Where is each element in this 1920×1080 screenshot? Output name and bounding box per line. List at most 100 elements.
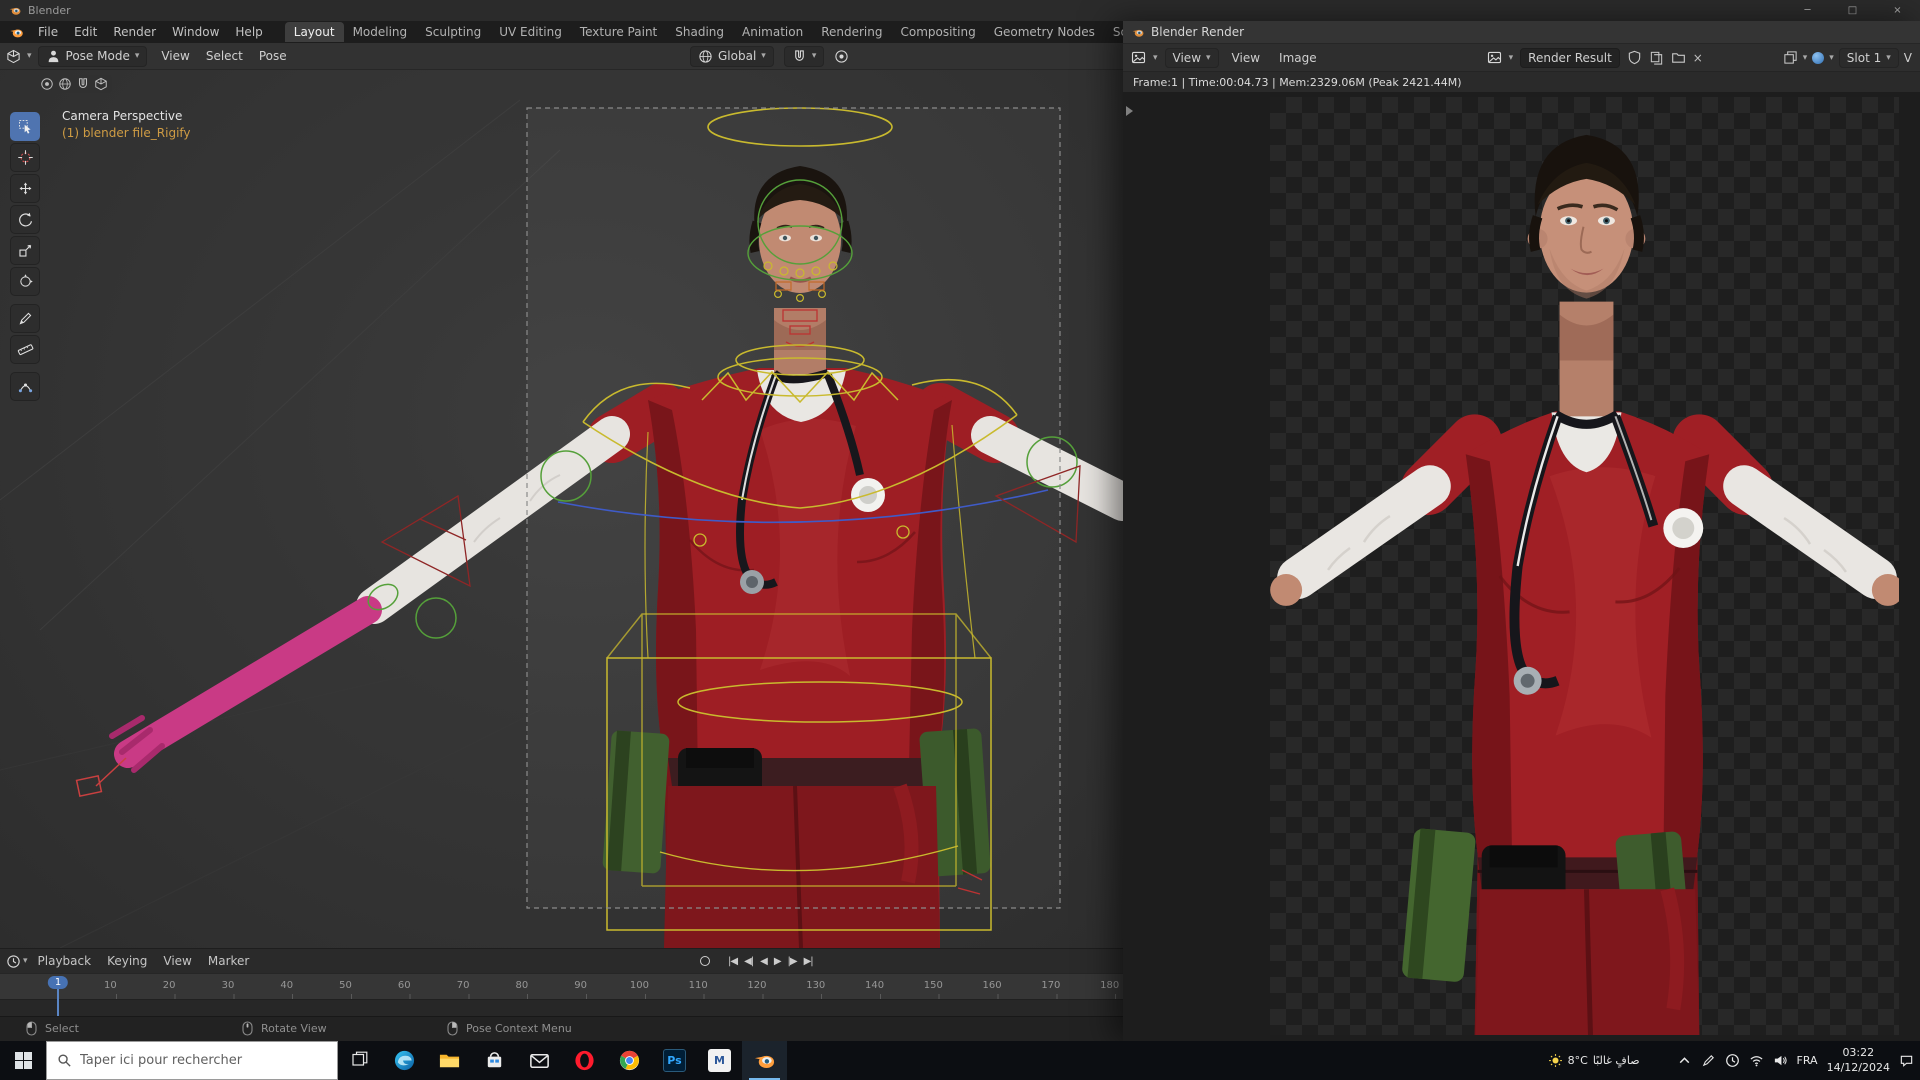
tool-rotate[interactable] bbox=[10, 205, 40, 234]
editor-type-icon[interactable] bbox=[6, 49, 21, 64]
jump-to-start-button[interactable]: |◀ bbox=[728, 956, 738, 967]
taskbar-app-word[interactable]: M bbox=[697, 1041, 742, 1080]
render-canvas[interactable] bbox=[1123, 92, 1920, 1042]
clock-widget[interactable]: 03:22 14/12/2024 bbox=[1827, 1046, 1890, 1075]
menu-file[interactable]: File bbox=[30, 23, 66, 41]
main-titlebar[interactable]: Blender ─ □ × bbox=[0, 0, 1920, 21]
language-indicator[interactable]: FRA bbox=[1797, 1054, 1818, 1067]
workspace-tab-uv-editing[interactable]: UV Editing bbox=[490, 22, 571, 42]
taskbar-app-store[interactable] bbox=[472, 1041, 517, 1080]
image-datablock-icon[interactable] bbox=[1487, 50, 1502, 65]
menu-edit[interactable]: Edit bbox=[66, 23, 105, 41]
play-reverse-button[interactable]: ◀ bbox=[760, 956, 768, 967]
next-keyframe-button[interactable]: |▶ bbox=[788, 956, 798, 967]
menu-render[interactable]: Render bbox=[105, 23, 164, 41]
taskbar-app-chrome[interactable] bbox=[607, 1041, 652, 1080]
menu-window[interactable]: Window bbox=[164, 23, 227, 41]
viewport-menu-view[interactable]: View bbox=[153, 47, 197, 65]
render-passes-icon[interactable] bbox=[1783, 50, 1798, 65]
image-name-field[interactable]: Render Result bbox=[1520, 47, 1620, 68]
mode-dropdown[interactable]: Pose Mode ▾ bbox=[37, 45, 148, 67]
timeline-track[interactable] bbox=[0, 999, 1123, 1016]
workspace-tab-texture-paint[interactable]: Texture Paint bbox=[571, 22, 666, 42]
tool-measure[interactable] bbox=[10, 335, 40, 364]
search-input[interactable] bbox=[80, 1053, 320, 1068]
workspace-tab-modeling[interactable]: Modeling bbox=[344, 22, 417, 42]
pen-icon[interactable] bbox=[1701, 1053, 1716, 1068]
workspace-tab-shading[interactable]: Shading bbox=[666, 22, 733, 42]
view-mode-dropdown[interactable]: View ▾ bbox=[1164, 47, 1219, 68]
network-icon[interactable] bbox=[1749, 1053, 1764, 1068]
clock-icon[interactable] bbox=[1725, 1053, 1740, 1068]
render-window-titlebar[interactable]: Blender Render bbox=[1123, 21, 1920, 44]
xray-toggle-icon[interactable] bbox=[40, 77, 54, 91]
workspace-tab-layout[interactable]: Layout bbox=[284, 22, 344, 42]
open-image-folder-icon[interactable] bbox=[1671, 50, 1686, 65]
action-center-icon[interactable] bbox=[1899, 1053, 1914, 1068]
fake-user-shield-icon[interactable] bbox=[1627, 50, 1642, 65]
proportional-editing-icon[interactable] bbox=[834, 49, 849, 64]
current-frame-badge[interactable]: 1 bbox=[47, 976, 69, 989]
snapping-dropdown[interactable]: ▾ bbox=[783, 45, 825, 67]
timeline-menu-keying[interactable]: Keying bbox=[99, 952, 155, 970]
workspace-tab-geometry-nodes[interactable]: Geometry Nodes bbox=[985, 22, 1104, 42]
tool-move[interactable] bbox=[10, 174, 40, 203]
taskbar-search[interactable] bbox=[46, 1041, 338, 1080]
maximize-button[interactable]: □ bbox=[1830, 0, 1875, 21]
display-channels-icon[interactable] bbox=[1812, 51, 1825, 64]
taskbar-app-opera[interactable] bbox=[562, 1041, 607, 1080]
timeline-menu-view[interactable]: View bbox=[155, 952, 199, 970]
slot-dropdown[interactable]: Slot 1 ▾ bbox=[1838, 47, 1899, 68]
tool-select-box[interactable] bbox=[10, 112, 40, 141]
viewport-scene[interactable] bbox=[0, 70, 1123, 948]
volume-icon[interactable] bbox=[1773, 1053, 1788, 1068]
tool-scale[interactable] bbox=[10, 236, 40, 265]
overlays-toggle-icon[interactable] bbox=[58, 77, 72, 91]
tool-transform[interactable] bbox=[10, 267, 40, 296]
timeline-menu-marker[interactable]: Marker bbox=[200, 952, 257, 970]
tool-annotate[interactable] bbox=[10, 304, 40, 333]
workspace-tab-rendering[interactable]: Rendering bbox=[812, 22, 891, 42]
menu-help[interactable]: Help bbox=[227, 23, 270, 41]
render-menu-image[interactable]: Image bbox=[1273, 49, 1323, 67]
shading-toggle-icon[interactable] bbox=[94, 77, 108, 91]
prev-keyframe-button[interactable]: ◀| bbox=[744, 956, 754, 967]
taskbar-app-edge[interactable] bbox=[382, 1041, 427, 1080]
minimize-button[interactable]: ─ bbox=[1785, 0, 1830, 21]
sidebar-toggle-arrow-icon[interactable] bbox=[1126, 106, 1133, 116]
viewport-3d[interactable]: Camera Perspective (1) blender file_Rigi… bbox=[0, 70, 1123, 948]
task-view-button[interactable] bbox=[338, 1041, 382, 1080]
timeline-editor-icon[interactable] bbox=[6, 954, 21, 969]
play-button[interactable]: ▶ bbox=[774, 956, 782, 967]
workspace-tab-animation[interactable]: Animation bbox=[733, 22, 812, 42]
snapping-caret-icon: ▾ bbox=[811, 51, 817, 61]
workspace-tab-sculpting[interactable]: Sculpting bbox=[416, 22, 490, 42]
tool-cursor[interactable] bbox=[10, 143, 40, 172]
taskbar-app-file-explorer[interactable] bbox=[427, 1041, 472, 1080]
render-window[interactable]: Blender Render ▾ View ▾ View Image ▾ Ren… bbox=[1123, 21, 1920, 1042]
copy-datablock-icon[interactable] bbox=[1649, 50, 1664, 65]
rendered-image[interactable] bbox=[1270, 97, 1899, 1035]
taskbar-app-mail[interactable] bbox=[517, 1041, 562, 1080]
weather-widget[interactable]: 8°C صافٍ غالبًا bbox=[1548, 1053, 1640, 1068]
tray-chevron-icon[interactable] bbox=[1677, 1053, 1692, 1068]
blender-menu-logo-icon[interactable] bbox=[8, 25, 25, 40]
timeline-menu-playback[interactable]: Playback bbox=[30, 952, 100, 970]
close-button[interactable]: × bbox=[1875, 0, 1920, 21]
timeline-ruler[interactable]: 1102030405060708090100110120130140150160… bbox=[0, 973, 1123, 999]
workspace-tab-compositing[interactable]: Compositing bbox=[891, 22, 984, 42]
taskbar-app-photoshop[interactable]: Ps bbox=[652, 1041, 697, 1080]
viewport-menu-select[interactable]: Select bbox=[198, 47, 251, 65]
jump-to-end-button[interactable]: ▶| bbox=[804, 956, 814, 967]
unlink-image-button[interactable]: × bbox=[1693, 51, 1703, 65]
render-menu-view[interactable]: View bbox=[1226, 49, 1266, 67]
start-button[interactable] bbox=[0, 1041, 46, 1080]
tool-pose-tool[interactable] bbox=[10, 372, 40, 401]
viewport-menu-pose[interactable]: Pose bbox=[251, 47, 295, 65]
auto-key-button[interactable] bbox=[700, 956, 710, 966]
taskbar-app-blender[interactable] bbox=[742, 1041, 787, 1080]
gizmos-toggle-icon[interactable] bbox=[76, 77, 90, 91]
image-editor-type-icon[interactable] bbox=[1131, 50, 1146, 65]
orientation-dropdown[interactable]: Global ▾ bbox=[690, 45, 774, 67]
playhead[interactable] bbox=[57, 989, 59, 1017]
